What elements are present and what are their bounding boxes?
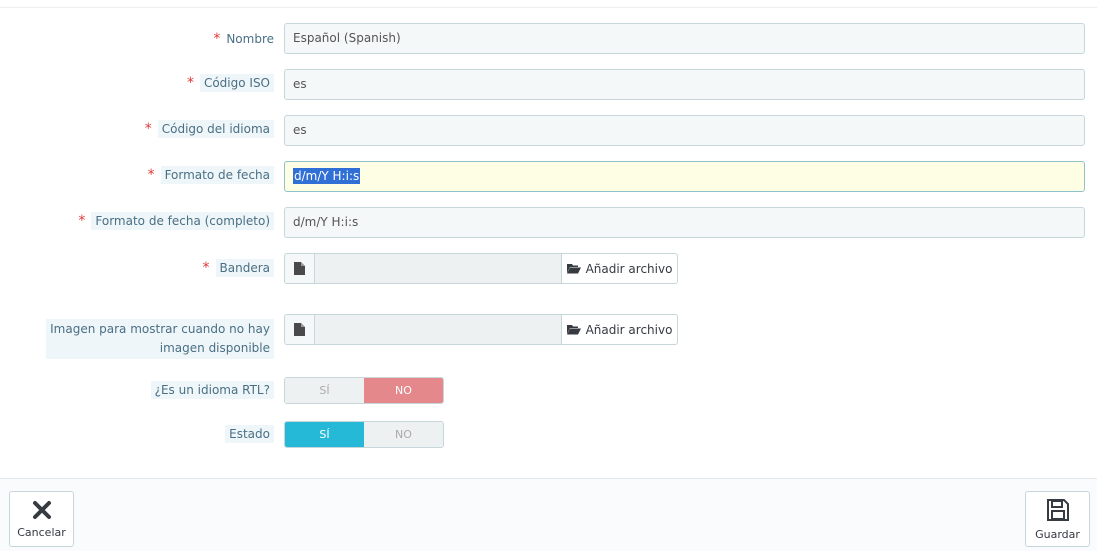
rtl-label: ¿Es un idioma RTL? [150,381,274,399]
date-format-input[interactable]: d/m/Y H:i:s [284,161,1085,192]
save-button[interactable]: Guardar [1025,491,1090,547]
required-mark: * [213,31,221,47]
flag-add-file-button[interactable]: Añadir archivo [561,253,678,284]
date-format-label: Formato de fecha [160,166,274,184]
iso-code-input[interactable]: es [284,69,1085,100]
required-mark: * [147,167,155,183]
required-mark: * [144,121,152,137]
folder-open-icon [566,325,581,335]
no-picture-label: Imagen para mostrar cuando no hay imagen … [46,319,274,359]
status-switch: SÍ NO [284,421,444,448]
iso-code-label: Código ISO [199,74,274,92]
iso-code-label-wrap: * Código ISO [186,74,274,92]
required-mark: * [186,75,194,91]
panel-top-border [0,0,1097,8]
cancel-label: Cancelar [17,525,66,539]
no-picture-add-file-button[interactable]: Añadir archivo [561,314,678,345]
rtl-switch: SÍ NO [284,377,444,404]
no-picture-file-upload: Añadir archivo [284,314,678,345]
no-picture-label-line2: imagen disponible [159,341,270,355]
language-code-label-wrap: * Código del idioma [144,120,274,138]
save-label: Guardar [1035,527,1080,541]
required-mark: * [202,260,210,276]
status-yes-option[interactable]: SÍ [285,422,364,447]
flag-label: Bandera [215,259,274,277]
date-format-label-wrap: * Formato de fecha [147,166,274,184]
status-label: Estado [225,425,274,443]
flag-filename-field[interactable] [314,253,561,284]
required-mark: * [78,213,86,229]
floppy-disk-icon [1046,498,1069,521]
no-picture-label-wrap: Imagen para mostrar cuando no hay imagen … [46,319,274,359]
no-picture-add-file-label: Añadir archivo [585,322,673,337]
rtl-label-wrap: ¿Es un idioma RTL? [150,381,274,399]
language-code-input[interactable]: es [284,115,1085,146]
selected-text: d/m/Y H:i:s [293,168,361,184]
cancel-button[interactable]: Cancelar [9,491,74,547]
name-label-wrap: * Nombre [213,31,274,47]
rtl-yes-option[interactable]: SÍ [285,378,364,403]
file-icon [284,314,314,345]
date-format-full-input[interactable]: d/m/Y H:i:s [284,207,1085,238]
status-no-option[interactable]: NO [364,422,443,447]
rtl-no-option[interactable]: NO [364,378,443,403]
folder-open-icon [566,264,581,274]
file-icon [284,253,314,284]
no-picture-label-line1: Imagen para mostrar cuando no hay [50,322,270,336]
no-picture-filename-field[interactable] [314,314,561,345]
language-code-label: Código del idioma [157,120,274,138]
flag-label-wrap: * Bandera [202,259,274,277]
date-format-full-label-wrap: * Formato de fecha (completo) [78,212,274,230]
close-icon [32,500,51,519]
date-format-full-label: Formato de fecha (completo) [91,212,274,230]
name-label: Nombre [226,32,274,46]
name-input[interactable]: Español (Spanish) [284,23,1085,54]
status-label-wrap: Estado [225,425,274,443]
flag-add-file-label: Añadir archivo [585,261,673,276]
panel-footer: Cancelar Guardar [0,478,1097,551]
flag-file-upload: Añadir archivo [284,253,678,284]
